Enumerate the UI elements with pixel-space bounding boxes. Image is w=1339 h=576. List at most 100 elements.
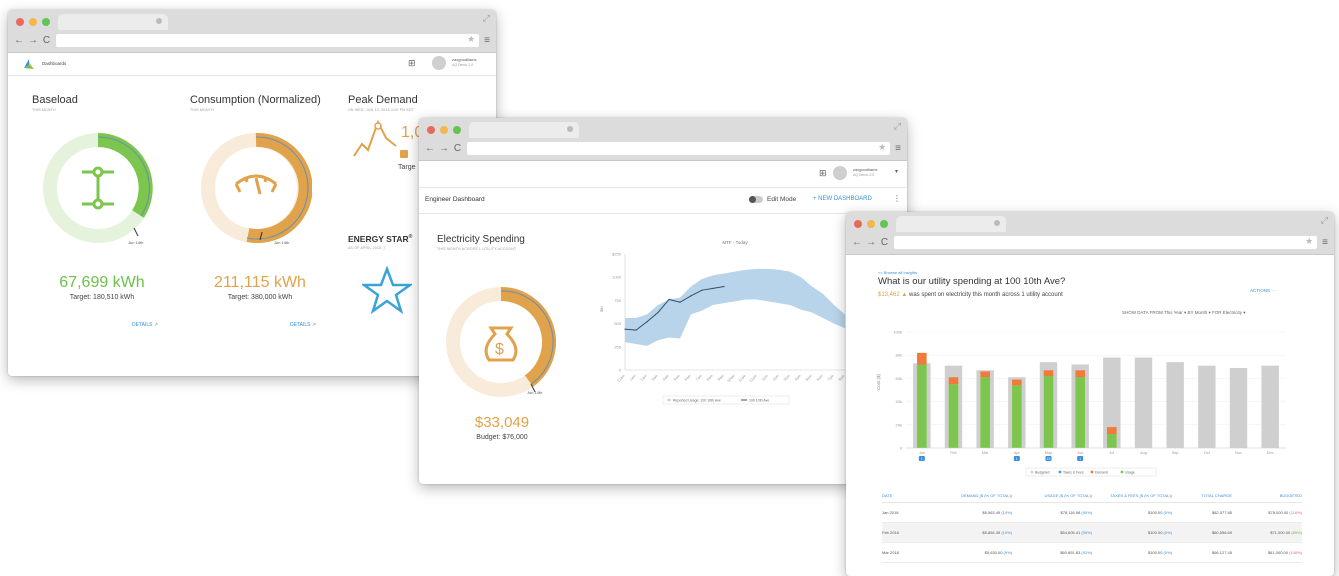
close-dot[interactable]: [427, 126, 435, 134]
details-link[interactable]: DETAILS ↗: [290, 322, 316, 328]
window-engineer-dashboard: ⤢ ← → C ★ ≡ ⊞ zaxgoodliams AQ Demo 2.0 ▾…: [419, 118, 907, 484]
address-bar[interactable]: ★: [467, 141, 891, 155]
x-tick-label: 10am: [727, 374, 736, 383]
new-dashboard-button[interactable]: + NEW DASHBOARD: [813, 196, 872, 202]
close-dot[interactable]: [854, 220, 862, 228]
edit-mode-toggle[interactable]: [749, 196, 763, 203]
x-tick-label: 7pm: [827, 374, 835, 382]
col-date[interactable]: DATE: [882, 493, 932, 498]
tab-close-icon[interactable]: [156, 18, 162, 24]
tab-close-icon[interactable]: [994, 220, 1000, 226]
for-select[interactable]: Electricity: [1223, 310, 1242, 315]
browser-menu-icon[interactable]: ≡: [484, 35, 490, 46]
more-options-icon[interactable]: ⋮: [893, 194, 901, 203]
expand-icon[interactable]: ⤢: [483, 13, 490, 24]
y-tick-label: 20k: [896, 422, 902, 427]
window-utility-insight: ⤢ ← → C ★ ≡ << Browse all Insights What …: [846, 212, 1334, 576]
note-badge-count: 1: [921, 457, 923, 461]
check-icon: [400, 150, 408, 158]
col-total[interactable]: TOTAL CHARGE: [1172, 493, 1232, 498]
data-point: [646, 321, 648, 323]
bar-usage: [980, 377, 990, 448]
browser-menu-icon[interactable]: ≡: [895, 143, 901, 154]
cell-text: (0%): [1162, 530, 1172, 535]
apps-grid-icon[interactable]: ⊞: [408, 58, 416, 69]
reload-icon[interactable]: C: [42, 35, 51, 46]
user-name: zaxgoodliams: [452, 57, 477, 62]
maximize-dot[interactable]: [880, 220, 888, 228]
forward-icon[interactable]: →: [28, 35, 38, 46]
spending-gauge: $: [446, 287, 557, 397]
avatar[interactable]: [833, 166, 847, 180]
forward-icon[interactable]: →: [439, 143, 449, 154]
bookmark-star-icon[interactable]: ★: [1305, 236, 1313, 247]
bar-usage: [1075, 377, 1085, 448]
expand-icon[interactable]: ⤢: [894, 121, 901, 132]
browser-menu-icon[interactable]: ≡: [1322, 237, 1328, 248]
data-point: [624, 328, 626, 330]
expand-icon[interactable]: ⤢: [1321, 215, 1328, 226]
minimize-dot[interactable]: [867, 220, 875, 228]
table-row[interactable]: Mar 2018 $5,630.00 (9%) $60,891.83 (91%) $1…: [882, 543, 1302, 563]
cell-text: (90%): [1080, 510, 1092, 515]
cell-date: Mar 2018: [882, 550, 932, 555]
cell-text: $5,854.39: [982, 530, 1001, 535]
filter-select[interactable]: This Year: [1164, 310, 1183, 315]
col-budgeted[interactable]: BUDGETED: [1232, 493, 1302, 498]
x-tick-label: 6am: [684, 374, 692, 382]
avatar[interactable]: [432, 56, 446, 70]
browser-tab[interactable]: [469, 122, 579, 138]
bar-usage: [917, 364, 927, 448]
cell-text: (0%): [1162, 510, 1172, 515]
baseload-card: Baseload THIS MONTH Jun 14th 67,699 kWh …: [32, 94, 182, 344]
x-tick-label: Dec: [1267, 451, 1274, 455]
gauge-marker-label: Jun 14th: [128, 240, 144, 245]
maximize-dot[interactable]: [42, 18, 50, 26]
bar-usage: [1107, 434, 1117, 448]
minimize-dot[interactable]: [440, 126, 448, 134]
app-title[interactable]: Dashboards: [42, 61, 66, 66]
bar-budgeted: [1198, 365, 1216, 448]
back-icon[interactable]: ←: [14, 35, 24, 46]
browser-tab[interactable]: [896, 216, 1006, 232]
browser-chrome: ⤢ ← → C ★ ≡: [846, 212, 1334, 255]
x-tick-label: Oct: [1204, 451, 1211, 455]
cell-text: $78,116.98: [1060, 510, 1081, 515]
x-tick-label: 6pm: [816, 374, 824, 382]
col-taxes[interactable]: TAXES & FEES ($ (% OF TOTAL)): [1092, 493, 1172, 498]
cell-text: (116%): [1288, 510, 1302, 515]
table-row[interactable]: Jan 2018 $8,563.49 (10%) $78,116.98 (90%) $…: [882, 503, 1302, 523]
app-logo-icon[interactable]: [22, 57, 36, 71]
card-subtitle: THIS MONTH ACROSS 1 UTILITY ACCOUNT: [437, 247, 517, 251]
tab-close-icon[interactable]: [567, 126, 573, 132]
gauge-marker-label: Jun 14th: [527, 390, 543, 395]
by-select[interactable]: Month: [1195, 310, 1208, 315]
reload-icon[interactable]: C: [453, 143, 462, 154]
col-usage[interactable]: USAGE ($ (% OF TOTAL)): [1012, 493, 1092, 498]
bookmark-star-icon[interactable]: ★: [467, 34, 475, 45]
table-row[interactable]: Feb 2018 $5,854.39 (10%) $54,605.41 (90%) $…: [882, 523, 1302, 543]
bookmark-star-icon[interactable]: ★: [878, 142, 886, 153]
filter-bar: SHOW DATA FROM This Year ▾ BY Month ▾ FO…: [1122, 310, 1246, 315]
x-tick-label: 7am: [695, 374, 703, 382]
col-demand[interactable]: DEMAND ($ (% OF TOTAL)): [932, 493, 1012, 498]
back-icon[interactable]: ←: [425, 143, 435, 154]
apps-grid-icon[interactable]: ⊞: [819, 168, 827, 179]
user-menu-chevron-icon[interactable]: ▾: [895, 168, 898, 175]
address-bar[interactable]: ★: [894, 235, 1318, 249]
back-icon[interactable]: ←: [852, 237, 862, 248]
details-link[interactable]: DETAILS ↗: [132, 322, 158, 328]
forward-icon[interactable]: →: [866, 237, 876, 248]
data-point: [723, 285, 725, 288]
baseload-gauge: [43, 133, 153, 243]
maximize-dot[interactable]: [453, 126, 461, 134]
address-bar[interactable]: ★: [56, 33, 480, 47]
cell-text: (91%): [1080, 550, 1092, 555]
browser-tab[interactable]: [58, 14, 168, 30]
close-dot[interactable]: [16, 18, 24, 26]
reload-icon[interactable]: C: [880, 237, 889, 248]
electricity-spending-card: Electricity Spending THIS MONTH ACROSS 1…: [437, 234, 597, 464]
minimize-dot[interactable]: [29, 18, 37, 26]
actions-button[interactable]: ACTIONS ···: [1250, 288, 1276, 293]
breadcrumb[interactable]: << Browse all Insights: [878, 270, 917, 275]
